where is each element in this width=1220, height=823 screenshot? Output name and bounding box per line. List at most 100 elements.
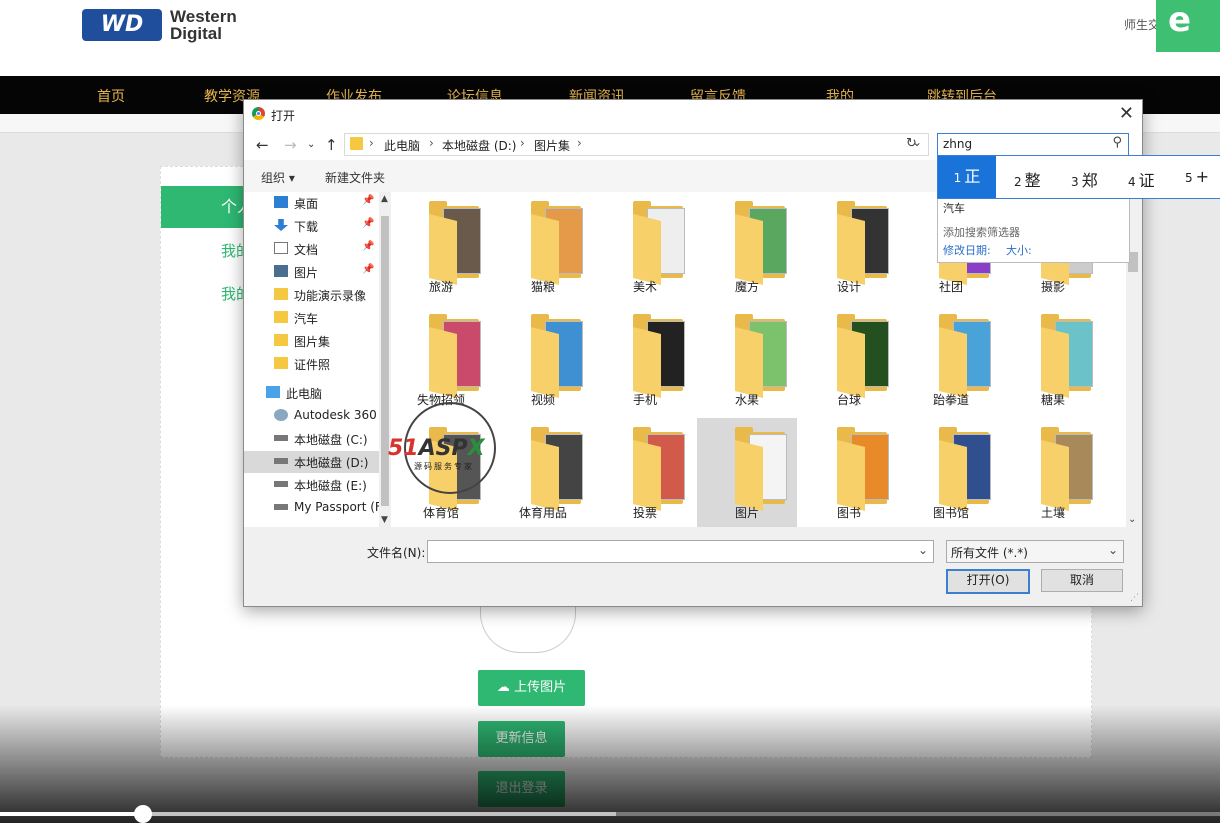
add-search-filter: 添加搜索筛选器	[943, 226, 1020, 239]
folder-icon	[274, 288, 288, 300]
folder-label: 跆拳道	[932, 393, 969, 407]
cloud-icon	[274, 409, 288, 421]
forward-arrow-icon[interactable]: →	[284, 136, 297, 154]
folder-label: 旅游	[428, 280, 453, 294]
folder-item[interactable]: 猫粮	[493, 192, 593, 304]
address-bar[interactable]: › 此电脑 › 本地磁盘 (D:) › 图片集 › ⌄	[344, 133, 929, 156]
ime-candidate-1[interactable]: 1正	[938, 156, 996, 198]
sidebar-item[interactable]: 功能演示录像	[244, 284, 379, 306]
folder-item[interactable]: 美术	[595, 192, 695, 304]
up-arrow-icon[interactable]: ↑	[325, 136, 338, 154]
ime-candidate-4[interactable]: 4证	[1128, 167, 1155, 191]
search-icon[interactable]: ⚲	[1112, 135, 1122, 150]
sidebar-item-label: 本地磁盘 (D:)	[294, 456, 369, 470]
sidebar-item[interactable]: 下载 📌	[244, 215, 379, 237]
file-type-select[interactable]: 所有文件 (*.*) ⌄	[946, 540, 1124, 563]
sidebar-item[interactable]: 汽车	[244, 307, 379, 329]
folder-item[interactable]: 旅游	[391, 192, 491, 304]
folder-item[interactable]: 糖果	[1003, 305, 1103, 417]
folder-item[interactable]: 跆拳道	[901, 305, 1001, 417]
upload-image-label: 上传图片	[514, 680, 567, 695]
folder-item[interactable]: 图片	[697, 418, 797, 527]
folder-label: 投票	[632, 506, 657, 520]
folder-item[interactable]: 图书	[799, 418, 899, 527]
filename-field[interactable]: ⌄	[427, 540, 934, 563]
cancel-button[interactable]: 取消	[1041, 569, 1123, 592]
sidebar-item[interactable]: 本地磁盘 (C:)	[244, 428, 379, 450]
navigation-pane: 桌面 📌 下载 📌 文档 📌 图片 📌 功能演示录像 汽车 图片集 证件照 此电脑 Autodesk 36…	[244, 192, 379, 527]
filter-size[interactable]: 大小:	[1006, 242, 1032, 258]
open-button[interactable]: 打开(O)	[946, 569, 1030, 594]
desktop-icon	[274, 196, 288, 208]
folder-item[interactable]: 图书馆	[901, 418, 1001, 527]
nav-home[interactable]: 首页	[97, 86, 125, 106]
recent-dropdown-icon[interactable]: ⌄	[307, 139, 315, 150]
organize-button[interactable]: 组织 ▾	[261, 169, 295, 186]
sidebar-item[interactable]: 图片 📌	[244, 261, 379, 283]
sidebar-item[interactable]: 文档 📌	[244, 238, 379, 260]
pin-icon: 📌	[362, 241, 375, 252]
sidebar-item-label: Autodesk 360	[294, 408, 377, 422]
folder-item[interactable]: 投票	[595, 418, 695, 527]
sidebar-item[interactable]: 证件照	[244, 353, 379, 375]
folder-icon	[837, 201, 897, 285]
breadcrumb-this-pc[interactable]: 此电脑	[384, 137, 420, 154]
folder-item[interactable]: 设计	[799, 192, 899, 304]
video-progress-knob[interactable]	[133, 805, 152, 823]
folder-item[interactable]: 水果	[697, 305, 797, 417]
video-progress-track[interactable]	[0, 805, 1220, 823]
upload-image-button[interactable]: ☁ 上传图片	[478, 670, 585, 706]
sidebar-item[interactable]: 图片集	[244, 330, 379, 352]
close-icon[interactable]: ✕	[1119, 103, 1134, 124]
scroll-down-icon[interactable]: ⌄	[1128, 514, 1136, 525]
sidebar-item-label: 图片	[294, 266, 319, 280]
breadcrumb-drive-d[interactable]: 本地磁盘 (D:)	[442, 137, 516, 154]
suggestion-item[interactable]: 汽车	[943, 200, 965, 216]
folder-icon	[429, 314, 489, 398]
ie-browser-icon[interactable]: e	[1156, 0, 1220, 52]
ime-candidate-2[interactable]: 2整	[1014, 167, 1041, 191]
sidebar-item-label: 证件照	[294, 358, 331, 372]
folder-icon	[939, 427, 999, 511]
chevron-down-icon[interactable]: ⌄	[918, 543, 928, 557]
breadcrumb-picture-set[interactable]: 图片集	[534, 137, 570, 154]
folder-icon	[274, 311, 288, 323]
folder-item[interactable]: 台球	[799, 305, 899, 417]
ime-candidate-3[interactable]: 3郑	[1071, 167, 1098, 191]
user-greeting: 师生交	[1124, 18, 1161, 32]
sidebar-item[interactable]: My Passport (F	[244, 497, 379, 519]
sidebar-item[interactable]: 本地磁盘 (D:)	[244, 451, 379, 473]
back-arrow-icon[interactable]: ←	[256, 136, 269, 154]
sidebar-item-label: 文档	[294, 243, 319, 257]
filename-label: 文件名(N):	[367, 546, 426, 560]
drive-icon	[274, 504, 288, 510]
filter-modified-date[interactable]: 修改日期:	[943, 242, 991, 258]
folder-item[interactable]: 土壤	[1003, 418, 1103, 527]
ime-candidate-5[interactable]: 5 +	[1185, 167, 1209, 186]
sidebar-item[interactable]: 桌面 📌	[244, 192, 379, 214]
folder-icon	[429, 201, 489, 285]
folder-icon	[274, 334, 288, 346]
dialog-titlebar[interactable]: 打开 ✕	[244, 100, 1142, 130]
folder-item[interactable]: 魔方	[697, 192, 797, 304]
sidebar-item[interactable]: Autodesk 360	[244, 405, 379, 427]
scroll-down-icon[interactable]: ▼	[381, 515, 388, 525]
folder-item[interactable]: 手机	[595, 305, 695, 417]
resize-grip-icon[interactable]: ⋰	[1130, 593, 1139, 603]
folder-label: 图书	[836, 506, 861, 520]
document-icon	[274, 242, 288, 254]
folder-label: 水果	[734, 393, 759, 407]
search-input[interactable]: zhng ⚲	[937, 133, 1129, 156]
sidebar-item[interactable]: 本地磁盘 (E:)	[244, 474, 379, 496]
folder-label: 摄影	[1040, 280, 1065, 294]
update-info-button[interactable]: 更新信息	[478, 721, 565, 757]
folder-icon	[633, 314, 693, 398]
breadcrumb-separator: ›	[369, 136, 374, 150]
watermark-logo: 51ASPX 源码服务专家	[388, 400, 512, 494]
logout-button[interactable]: 退出登录	[478, 771, 565, 807]
refresh-icon[interactable]: ↻	[906, 136, 917, 151]
sidebar-item[interactable]: 此电脑	[244, 382, 379, 404]
new-folder-button[interactable]: 新建文件夹	[325, 169, 385, 186]
scroll-up-icon[interactable]: ▲	[381, 194, 388, 204]
folder-icon	[735, 427, 795, 511]
